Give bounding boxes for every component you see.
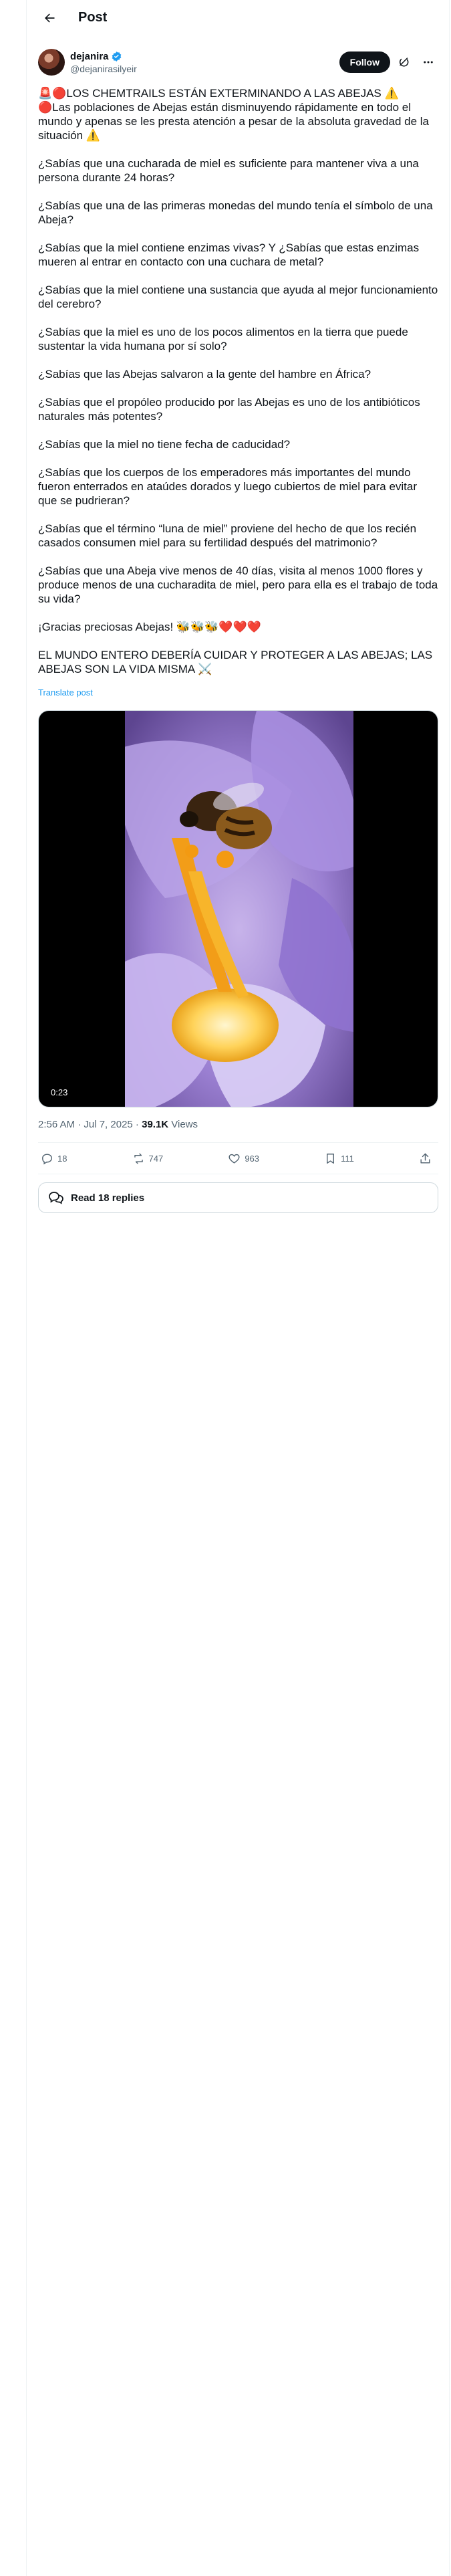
post-paragraph: ¿Sabías que el propóleo producido por la… (38, 396, 420, 423)
bookmark-button[interactable]: 111 (324, 1152, 354, 1165)
bookmark-count: 111 (341, 1153, 354, 1164)
post-paragraph: ¿Sabías que la miel contiene una sustanc… (38, 284, 438, 310)
post-paragraph: EL MUNDO ENTERO DEBERÍA CUIDAR Y PROTEGE… (38, 649, 433, 675)
left-gutter (0, 0, 27, 2576)
video-player[interactable]: 0:23 (38, 710, 438, 1107)
read-replies-label: Read 18 replies (71, 1192, 145, 1204)
top-bar: Post (27, 0, 449, 35)
post-paragraph: ¿Sabías que los cuerpos de los emperador… (38, 466, 418, 507)
views-count: 39.1K (142, 1119, 169, 1130)
like-count: 963 (245, 1153, 260, 1164)
video-frame (125, 711, 353, 1107)
post-timestamp[interactable]: 2:56 AM · Jul 7, 2025 (38, 1119, 133, 1130)
post-paragraph: ¿Sabías que una de las primeras monedas … (38, 199, 433, 226)
reply-button[interactable]: 18 (41, 1152, 67, 1165)
author-handle[interactable]: @dejanirasilyeir (70, 63, 137, 75)
repost-button[interactable]: 747 (132, 1152, 164, 1165)
post-paragraph: ¿Sabías que el término “luna de miel” pr… (38, 522, 417, 549)
share-icon (420, 1153, 430, 1164)
grok-button[interactable] (394, 52, 414, 72)
read-replies-button[interactable]: Read 18 replies (38, 1182, 438, 1213)
views-label: Views (168, 1119, 198, 1130)
reply-count: 18 (57, 1153, 67, 1164)
post-paragraph: ¿Sabías que la miel no tiene fecha de ca… (38, 438, 291, 451)
post-meta: 2:56 AM · Jul 7, 2025 · 39.1K Views (38, 1118, 438, 1132)
avatar[interactable] (38, 49, 65, 76)
bee-on-flower-image (125, 711, 353, 1107)
post-paragraph: ¿Sabías que la miel es uno de los pocos … (38, 326, 408, 352)
meta-separator: · (132, 1119, 142, 1130)
repost-icon (134, 1153, 143, 1164)
verified-badge-icon (111, 51, 122, 62)
speech-bubbles-icon (49, 1192, 63, 1204)
post-text: 🚨🔴LOS CHEMTRAILS ESTÁN EXTERMINANDO A LA… (38, 86, 438, 700)
author-name[interactable]: dejanira (70, 50, 109, 63)
post-column: Post dejanira @dejanirasilyeir Follow 🚨🔴… (27, 0, 449, 2576)
grok-icon (399, 58, 409, 67)
post-paragraph: ¿Sabías que la miel contiene enzimas viv… (38, 241, 420, 268)
reply-icon (42, 1153, 52, 1164)
follow-button[interactable]: Follow (339, 51, 390, 73)
arrow-left-icon (45, 13, 55, 23)
video-duration: 0:23 (47, 1086, 72, 1099)
translate-link[interactable]: Translate post (38, 685, 93, 700)
heart-icon (229, 1154, 240, 1164)
post-paragraph: ¿Sabías que las Abejas salvaron a la gen… (38, 368, 371, 381)
post: dejanira @dejanirasilyeir Follow 🚨🔴LOS C… (27, 35, 449, 1213)
more-dots-icon (424, 61, 433, 64)
like-button[interactable]: 963 (228, 1152, 259, 1165)
more-button[interactable] (418, 52, 438, 72)
author-ids: dejanira @dejanirasilyeir (70, 50, 137, 75)
post-header: dejanira @dejanirasilyeir Follow (38, 49, 438, 76)
page-title: Post (78, 10, 108, 25)
header-actions: Follow (339, 51, 438, 73)
share-button[interactable] (419, 1152, 436, 1165)
author-name-line: dejanira (70, 50, 137, 63)
repost-count: 747 (148, 1153, 164, 1164)
post-paragraph: 🚨🔴LOS CHEMTRAILS ESTÁN EXTERMINANDO A LA… (38, 87, 430, 142)
bookmark-icon (327, 1153, 335, 1164)
action-bar: 18 747 963 111 (38, 1142, 438, 1174)
post-paragraph: ¿Sabías que una cucharada de miel es suf… (38, 157, 419, 184)
post-paragraph: ¿Sabías que una Abeja vive menos de 40 d… (38, 564, 438, 605)
post-paragraph: ¡Gracias preciosas Abejas! 🐝🐝🐝❤️❤️❤️ (38, 621, 261, 633)
back-button[interactable] (38, 7, 61, 29)
